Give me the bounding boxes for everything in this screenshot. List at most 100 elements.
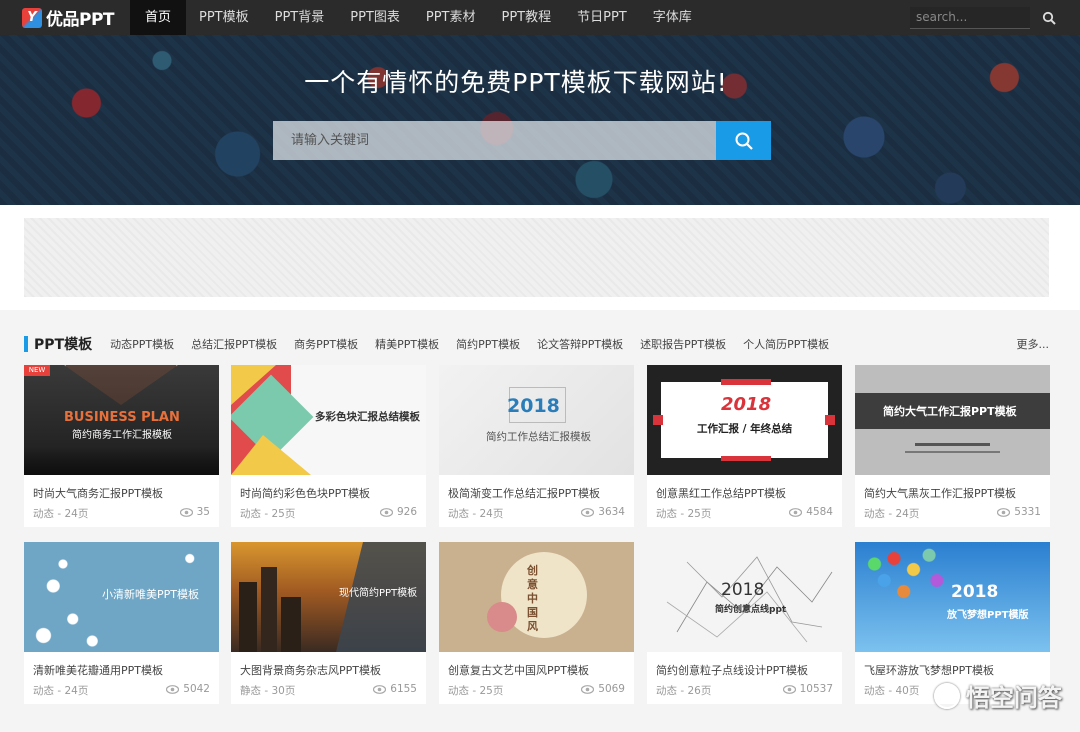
- thumb-decoration: [905, 451, 1000, 453]
- thumb-decoration: [721, 456, 771, 461]
- thumb-building: [281, 597, 301, 652]
- view-count-value: 10537: [799, 683, 833, 695]
- search-icon[interactable]: [1042, 11, 1056, 25]
- nav-item-holiday-ppt[interactable]: 节日PPT: [564, 0, 640, 35]
- template-thumbnail[interactable]: 简约大气工作汇报PPT模板: [855, 365, 1050, 475]
- category-link[interactable]: 论文答辩PPT模板: [537, 336, 623, 352]
- template-title[interactable]: 大图背景商务杂志风PPT模板: [240, 662, 381, 678]
- template-thumbnail[interactable]: NEW BUSINESS PLAN 简约商务工作汇报模板: [24, 365, 219, 475]
- logo-mark-icon: Y: [22, 7, 42, 28]
- template-card[interactable]: 小清新唯美PPT模板 清新唯美花瓣通用PPT模板 动态 - 24页 5042: [24, 542, 219, 704]
- nav-item-ppt-charts[interactable]: PPT图表: [337, 0, 413, 35]
- nav-item-ppt-materials[interactable]: PPT素材: [413, 0, 489, 35]
- thumb-line: 简约商务工作汇报模板: [72, 430, 172, 441]
- site-logo[interactable]: Y 优品PPT: [22, 5, 130, 30]
- template-card[interactable]: 2018 简约工作总结汇报模板 极简渐变工作总结汇报PPT模板 动态 - 24页…: [439, 365, 634, 527]
- template-card[interactable]: 创意中国风 创意复古文艺中国风PPT模板 动态 - 25页 5069: [439, 542, 634, 704]
- watermark-text: 悟空问答: [966, 684, 1062, 712]
- thumb-line: 简约工作总结汇报模板: [486, 431, 591, 443]
- template-title[interactable]: 时尚简约彩色色块PPT模板: [240, 485, 370, 501]
- eye-icon: [581, 684, 595, 694]
- hero-title: 一个有情怀的免费PPT模板下载网站!: [304, 68, 728, 97]
- category-link[interactable]: 简约PPT模板: [456, 336, 520, 352]
- template-meta: 动态 - 24页: [33, 685, 89, 697]
- nav-item-ppt-tutorials[interactable]: PPT教程: [489, 0, 565, 35]
- category-link[interactable]: 述职报告PPT模板: [640, 336, 726, 352]
- template-card[interactable]: 2018 简约创意点线ppt 简约创意粒子点线设计PPT模板 动态 - 26页 …: [647, 542, 842, 704]
- thumb-arrow-right: [825, 415, 835, 425]
- category-link[interactable]: 动态PPT模板: [110, 336, 174, 352]
- template-thumbnail[interactable]: 小清新唯美PPT模板: [24, 542, 219, 652]
- watermark: 悟空问答: [934, 678, 1062, 713]
- eye-icon: [166, 684, 180, 694]
- view-count: 35: [179, 506, 210, 518]
- thumb-line: 简约大气工作汇报PPT模板: [883, 405, 1017, 418]
- thumb-skyline: [24, 447, 219, 475]
- category-link[interactable]: 商务PPT模板: [294, 336, 358, 352]
- thumb-line: 放飞梦想PPT模版: [947, 610, 1029, 621]
- nav-item-home[interactable]: 首页: [130, 0, 186, 35]
- template-card[interactable]: 现代简约PPT模板 大图背景商务杂志风PPT模板 静态 - 30页 6155: [231, 542, 426, 704]
- category-title[interactable]: PPT模板: [34, 334, 92, 354]
- template-thumbnail[interactable]: 2018 工作汇报 / 年终总结: [647, 365, 842, 475]
- template-thumbnail[interactable]: 2018 放飞梦想PPT模版: [855, 542, 1050, 652]
- wukong-logo-icon: [934, 682, 960, 709]
- nav-item-ppt-backgrounds[interactable]: PPT背景: [262, 0, 338, 35]
- view-count-value: 5042: [183, 683, 210, 695]
- view-count-value: 3634: [598, 506, 625, 518]
- category-link[interactable]: 总结汇报PPT模板: [191, 336, 277, 352]
- template-title[interactable]: 飞屋环游放飞梦想PPT模板: [864, 662, 994, 678]
- thumb-line: BUSINESS PLAN: [64, 410, 180, 425]
- template-title[interactable]: 简约大气黑灰工作汇报PPT模板: [864, 485, 1016, 501]
- more-link[interactable]: 更多...: [1017, 336, 1050, 352]
- template-thumbnail[interactable]: 创意中国风: [439, 542, 634, 652]
- thumb-flower: [487, 602, 517, 632]
- template-card[interactable]: NEW BUSINESS PLAN 简约商务工作汇报模板 时尚大气商务汇报PPT…: [24, 365, 219, 527]
- eye-icon: [373, 684, 387, 694]
- template-title[interactable]: 极简渐变工作总结汇报PPT模板: [448, 485, 600, 501]
- eye-icon: [379, 507, 393, 517]
- view-count: 5331: [997, 506, 1041, 518]
- template-card[interactable]: 2018 工作汇报 / 年终总结 创意黑红工作总结PPT模板 动态 - 25页 …: [647, 365, 842, 527]
- nav-item-ppt-templates[interactable]: PPT模板: [186, 0, 262, 35]
- template-thumbnail[interactable]: 多彩色块汇报总结模板: [231, 365, 426, 475]
- eye-icon: [581, 507, 595, 517]
- view-count-value: 6155: [390, 683, 417, 695]
- template-card[interactable]: 多彩色块汇报总结模板 时尚简约彩色色块PPT模板 动态 - 25页 926: [231, 365, 426, 527]
- view-count: 3634: [581, 506, 625, 518]
- template-thumbnail[interactable]: 现代简约PPT模板: [231, 542, 426, 652]
- hero-search-bar: [273, 121, 771, 160]
- thumb-building: [261, 567, 277, 652]
- template-title[interactable]: 时尚大气商务汇报PPT模板: [33, 485, 163, 501]
- template-card[interactable]: 简约大气工作汇报PPT模板 简约大气黑灰工作汇报PPT模板 动态 - 24页 5…: [855, 365, 1050, 527]
- search-icon: [735, 132, 753, 150]
- view-count-value: 4584: [806, 506, 833, 518]
- view-count: 5069: [581, 683, 625, 695]
- template-meta: 动态 - 25页: [448, 685, 504, 697]
- hero-search-input[interactable]: [273, 121, 716, 160]
- eye-icon: [789, 507, 803, 517]
- thumb-decoration: [721, 379, 771, 385]
- template-meta: 动态 - 40页: [864, 685, 920, 697]
- thumb-arrow-left: [653, 415, 663, 425]
- template-title[interactable]: 简约创意粒子点线设计PPT模板: [656, 662, 808, 678]
- thumb-line: 2018: [951, 582, 999, 602]
- view-count-value: 5069: [598, 683, 625, 695]
- template-meta: 动态 - 24页: [864, 508, 920, 520]
- template-title[interactable]: 创意黑红工作总结PPT模板: [656, 485, 786, 501]
- logo-text: 优品PPT: [46, 10, 115, 30]
- template-thumbnail[interactable]: 2018 简约创意点线ppt: [647, 542, 842, 652]
- hero-search-button[interactable]: [716, 121, 771, 160]
- thumb-line: 2018: [721, 394, 772, 415]
- nav-item-fonts[interactable]: 字体库: [640, 0, 705, 35]
- template-title[interactable]: 创意复古文艺中国风PPT模板: [448, 662, 589, 678]
- new-badge: NEW: [24, 365, 50, 376]
- template-thumbnail[interactable]: 2018 简约工作总结汇报模板: [439, 365, 634, 475]
- category-link[interactable]: 个人简历PPT模板: [743, 336, 829, 352]
- template-title[interactable]: 清新唯美花瓣通用PPT模板: [33, 662, 163, 678]
- thumb-line: 多彩色块汇报总结模板: [315, 411, 420, 423]
- nav-search-input[interactable]: [910, 6, 1030, 29]
- category-link[interactable]: 精美PPT模板: [375, 336, 439, 352]
- ad-banner-placeholder[interactable]: [24, 218, 1049, 297]
- view-count: 10537: [782, 683, 833, 695]
